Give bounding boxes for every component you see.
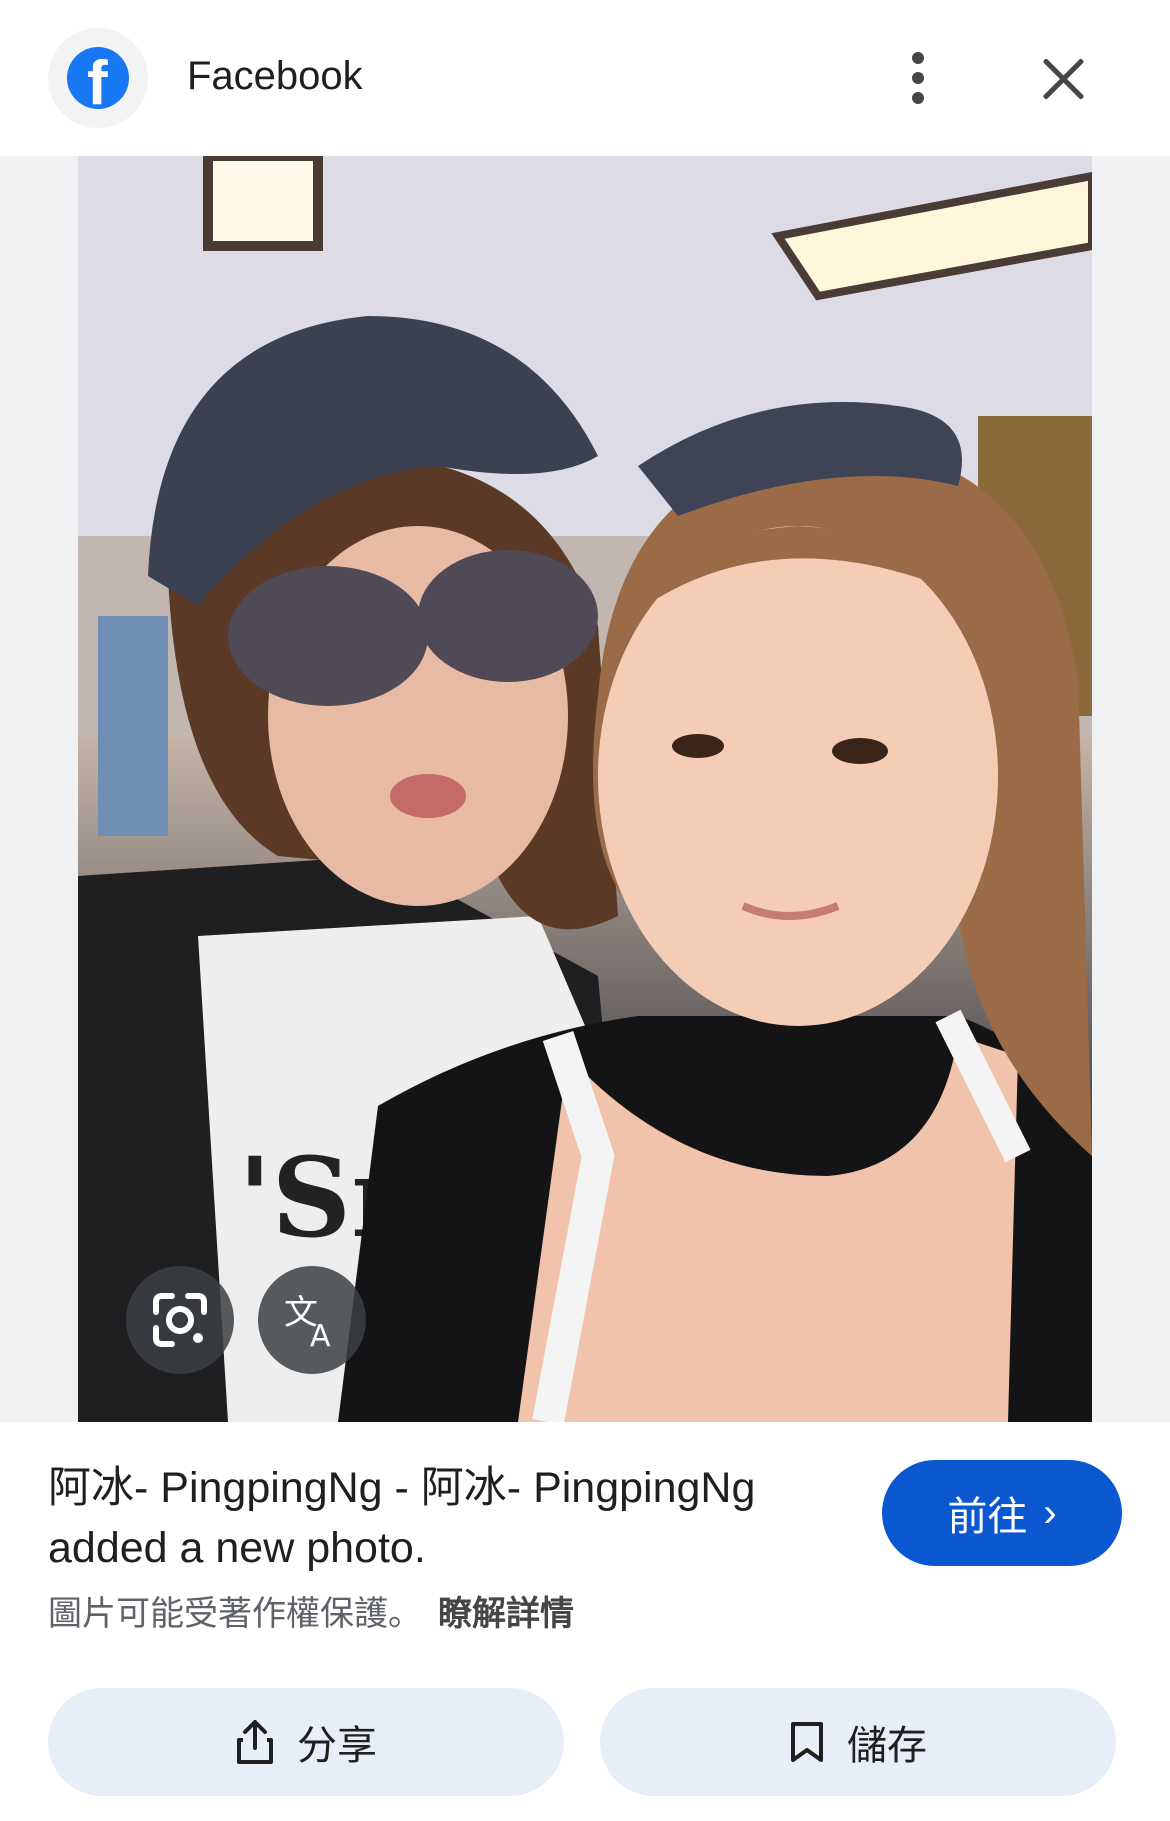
result-photo[interactable]: 'Sı 文 A bbox=[78, 156, 1092, 1422]
share-icon bbox=[237, 1720, 273, 1764]
top-bar: f Facebook bbox=[0, 0, 1170, 156]
svg-text:A: A bbox=[310, 1319, 331, 1350]
lens-search-icon[interactable] bbox=[126, 1266, 234, 1374]
copyright-text: 圖片可能受著作權保護。 bbox=[48, 1595, 422, 1633]
share-button[interactable]: 分享 bbox=[48, 1688, 564, 1796]
bookmark-icon bbox=[791, 1722, 823, 1762]
visit-label: 前往 bbox=[947, 1495, 1028, 1539]
copyright-notice: 圖片可能受著作權保護。 瞭解詳情 bbox=[48, 1592, 574, 1636]
share-label: 分享 bbox=[297, 1724, 377, 1768]
learn-more-link[interactable]: 瞭解詳情 bbox=[438, 1595, 574, 1633]
chevron-right-icon: › bbox=[1043, 1490, 1057, 1535]
facebook-logo-icon[interactable]: f bbox=[48, 28, 148, 128]
visit-button[interactable]: 前往 › bbox=[882, 1460, 1122, 1566]
save-button[interactable]: 儲存 bbox=[600, 1688, 1116, 1796]
close-icon[interactable] bbox=[1035, 50, 1091, 106]
photo-illustration: 'Sı bbox=[78, 156, 1092, 1422]
result-title[interactable]: 阿冰- PingpingNg - 阿冰- PingpingNg added a … bbox=[48, 1458, 848, 1578]
image-viewer: 'Sı 文 A bbox=[0, 156, 1170, 1422]
translate-icon[interactable]: 文 A bbox=[258, 1266, 366, 1374]
source-name[interactable]: Facebook bbox=[187, 52, 363, 100]
save-label: 儲存 bbox=[847, 1724, 927, 1768]
more-vert-icon[interactable] bbox=[900, 50, 936, 106]
